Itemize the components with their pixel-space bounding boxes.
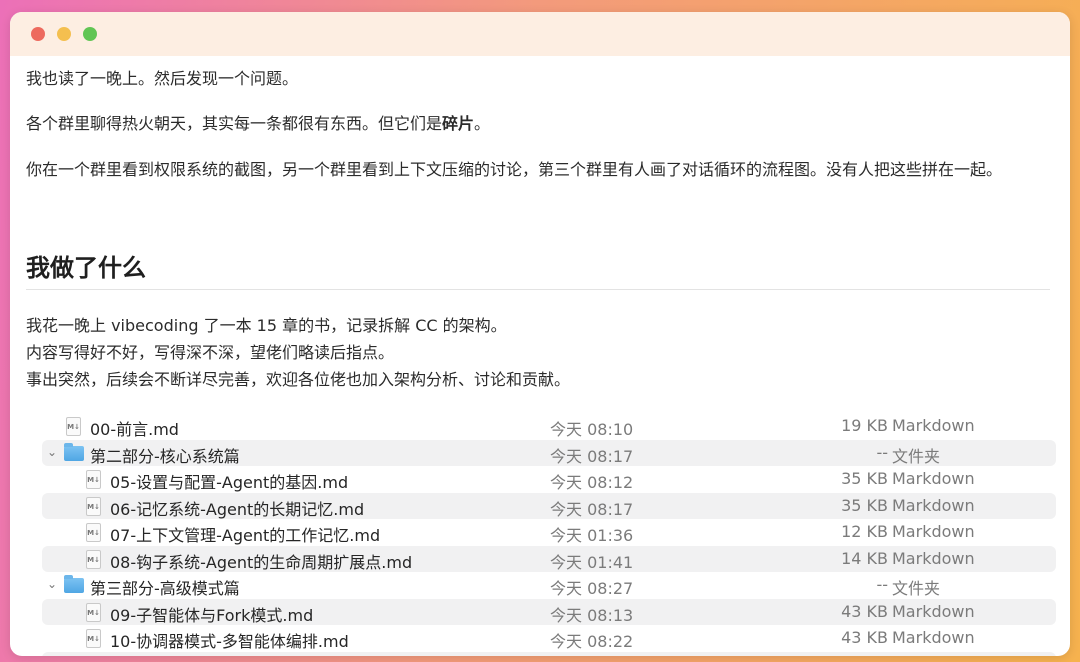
item-name: 07-上下文管理-Agent的工作记忆.md xyxy=(110,526,381,545)
item-size: 43 KB xyxy=(841,628,888,647)
description-lines: 我花一晚上 vibecoding 了一本 15 章的书，记录拆解 CC 的架构。… xyxy=(26,312,570,393)
item-kind: Markdown xyxy=(892,628,975,647)
item-size: 12 KB xyxy=(841,522,888,541)
section-heading: 我做了什么 xyxy=(26,254,146,282)
folder-icon xyxy=(64,442,84,461)
item-kind: 文件夹 xyxy=(892,446,941,466)
file-row[interactable]: M↓ 05-设置与配置-Agent的基因.md 今天 08:12 35 KB Markd… xyxy=(42,466,1056,492)
markdown-file-icon: M↓ xyxy=(66,417,81,436)
paragraph: 我也读了一晚上。然后发现一个问题。 xyxy=(26,69,299,88)
item-name: 11-技能系统与插件架构.md xyxy=(110,655,311,657)
item-name: 第二部分-核心系统篇 xyxy=(90,446,240,466)
markdown-file-icon: M↓ xyxy=(86,629,101,648)
folder-row[interactable]: ⌄ 第三部分-高级模式篇 今天 08:27 -- 文件夹 xyxy=(42,572,1056,598)
item-date: 今天 08:17 xyxy=(550,499,634,519)
item-size: 35 KB xyxy=(841,469,888,488)
item-date: 今天 01:41 xyxy=(550,552,634,572)
file-row[interactable]: M↓ 07-上下文管理-Agent的工作记忆.md 今天 01:36 12 KB Mar… xyxy=(42,519,1056,545)
heading-divider xyxy=(26,289,1050,290)
description-line: 我花一晚上 vibecoding 了一本 15 章的书，记录拆解 CC 的架构。 xyxy=(26,316,507,335)
paragraph: 你在一个群里看到权限系统的截图，另一个群里看到上下文压缩的讨论，第三个群里有人画… xyxy=(26,160,1003,179)
file-row[interactable]: M↓ 06-记忆系统-Agent的长期记忆.md 今天 08:17 35 KB Mark… xyxy=(42,492,1056,519)
file-row[interactable]: M↓ 00-前言.md 今天 08:10 19 KB Markdown xyxy=(42,413,1056,439)
item-kind: Markdown xyxy=(892,495,975,515)
item-name: 09-子智能体与Fork模式.md xyxy=(110,605,314,625)
file-row[interactable]: M↓ 09-子智能体与Fork模式.md 今天 08:13 43 KB Markdown xyxy=(42,598,1056,625)
item-size: 19 KB xyxy=(841,416,888,435)
folder-row[interactable]: ⌄ 第二部分-核心系统篇 今天 08:17 -- 文件夹 xyxy=(42,439,1056,466)
description-line: 内容写得好不好，写得深不深，望佬们略读后指点。 xyxy=(26,343,395,362)
paragraph-text: 各个群里聊得热火朝天，其实每一条都很有东西。但它们是 xyxy=(26,114,443,133)
item-kind: Markdown xyxy=(892,655,975,657)
paragraph-text: 。 xyxy=(474,114,491,133)
item-name: 00-前言.md xyxy=(90,420,179,439)
app-window: 我也读了一晚上。然后发现一个问题。 各个群里聊得热火朝天，其实每一条都很有东西。… xyxy=(10,12,1070,656)
item-size: 35 KB xyxy=(841,495,888,515)
item-date: 今天 08:22 xyxy=(550,632,634,651)
item-kind: Markdown xyxy=(892,601,975,621)
item-date: 今天 08:27 xyxy=(550,655,633,657)
markdown-file-icon: M↓ xyxy=(86,470,101,489)
paragraph: 各个群里聊得热火朝天，其实每一条都很有东西。但它们是碎片。 xyxy=(26,110,1050,137)
file-row[interactable]: M↓ 08-钩子系统-Agent的生命周期扩展点.md 今天 01:41 14 KB M… xyxy=(42,545,1056,572)
item-date: 今天 08:10 xyxy=(550,420,634,439)
markdown-file-icon: M↓ xyxy=(86,549,101,569)
title-bar xyxy=(10,12,1070,56)
item-kind: Markdown xyxy=(892,416,975,435)
item-date: 今天 08:12 xyxy=(550,473,634,492)
markdown-file-icon: M↓ xyxy=(86,523,101,542)
article-content: 我也读了一晚上。然后发现一个问题。 各个群里聊得热火朝天，其实每一条都很有东西。… xyxy=(26,56,1058,656)
disclosure-chevron-icon[interactable]: ⌄ xyxy=(47,445,57,459)
markdown-file-icon: M↓ xyxy=(86,655,101,656)
item-size: 38 KB xyxy=(841,655,888,657)
folder-icon xyxy=(64,575,84,593)
item-name: 05-设置与配置-Agent的基因.md xyxy=(110,473,349,492)
item-kind: 文件夹 xyxy=(892,579,941,598)
description-line: 事出突然，后续会不断详尽完善，欢迎各位佬也加入架构分析、讨论和贡献。 xyxy=(26,370,571,389)
disclosure-chevron-icon[interactable]: ⌄ xyxy=(47,577,57,591)
item-size: 14 KB xyxy=(841,548,888,568)
close-window-button[interactable] xyxy=(31,27,45,41)
item-date: 今天 08:27 xyxy=(550,579,634,598)
file-row[interactable]: M↓ 10-协调器模式-多智能体编排.md 今天 08:22 43 KB Markdow… xyxy=(42,625,1056,651)
item-name: 第三部分-高级模式篇 xyxy=(90,579,240,598)
finder-file-list: M↓ 00-前言.md 今天 08:10 19 KB Markdown ⌄ 第二部分-核心系… xyxy=(40,409,1058,656)
item-name: 06-记忆系统-Agent的长期记忆.md xyxy=(110,499,365,519)
item-date: 今天 01:36 xyxy=(550,526,634,545)
item-date: 今天 08:17 xyxy=(550,446,634,466)
item-kind: Markdown xyxy=(892,469,975,488)
item-kind: Markdown xyxy=(892,522,975,541)
file-row[interactable]: M↓ 11-技能系统与插件架构.md 今天 08:27 38 KB Markdown xyxy=(42,651,1056,657)
item-size: -- xyxy=(876,442,888,462)
zoom-window-button[interactable] xyxy=(83,27,97,41)
markdown-file-icon: M↓ xyxy=(86,496,101,516)
minimize-window-button[interactable] xyxy=(57,27,71,41)
item-name: 08-钩子系统-Agent的生命周期扩展点.md xyxy=(110,552,413,572)
bold-text: 碎片 xyxy=(442,114,475,133)
item-size: -- xyxy=(876,575,888,594)
item-kind: Markdown xyxy=(892,548,975,568)
item-name: 10-协调器模式-多智能体编排.md xyxy=(110,632,349,651)
item-date: 今天 08:13 xyxy=(550,605,634,625)
item-size: 43 KB xyxy=(841,601,888,621)
markdown-file-icon: M↓ xyxy=(86,602,101,622)
